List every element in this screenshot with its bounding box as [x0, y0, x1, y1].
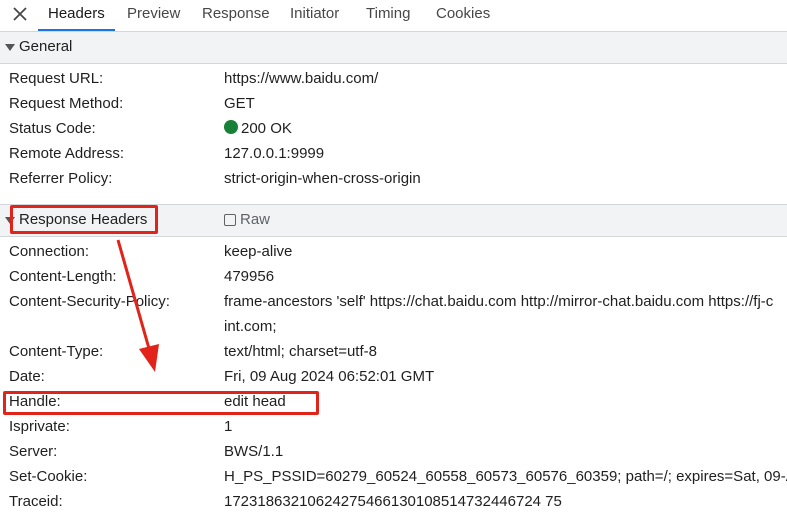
annotation-arrow-icon [116, 239, 159, 372]
